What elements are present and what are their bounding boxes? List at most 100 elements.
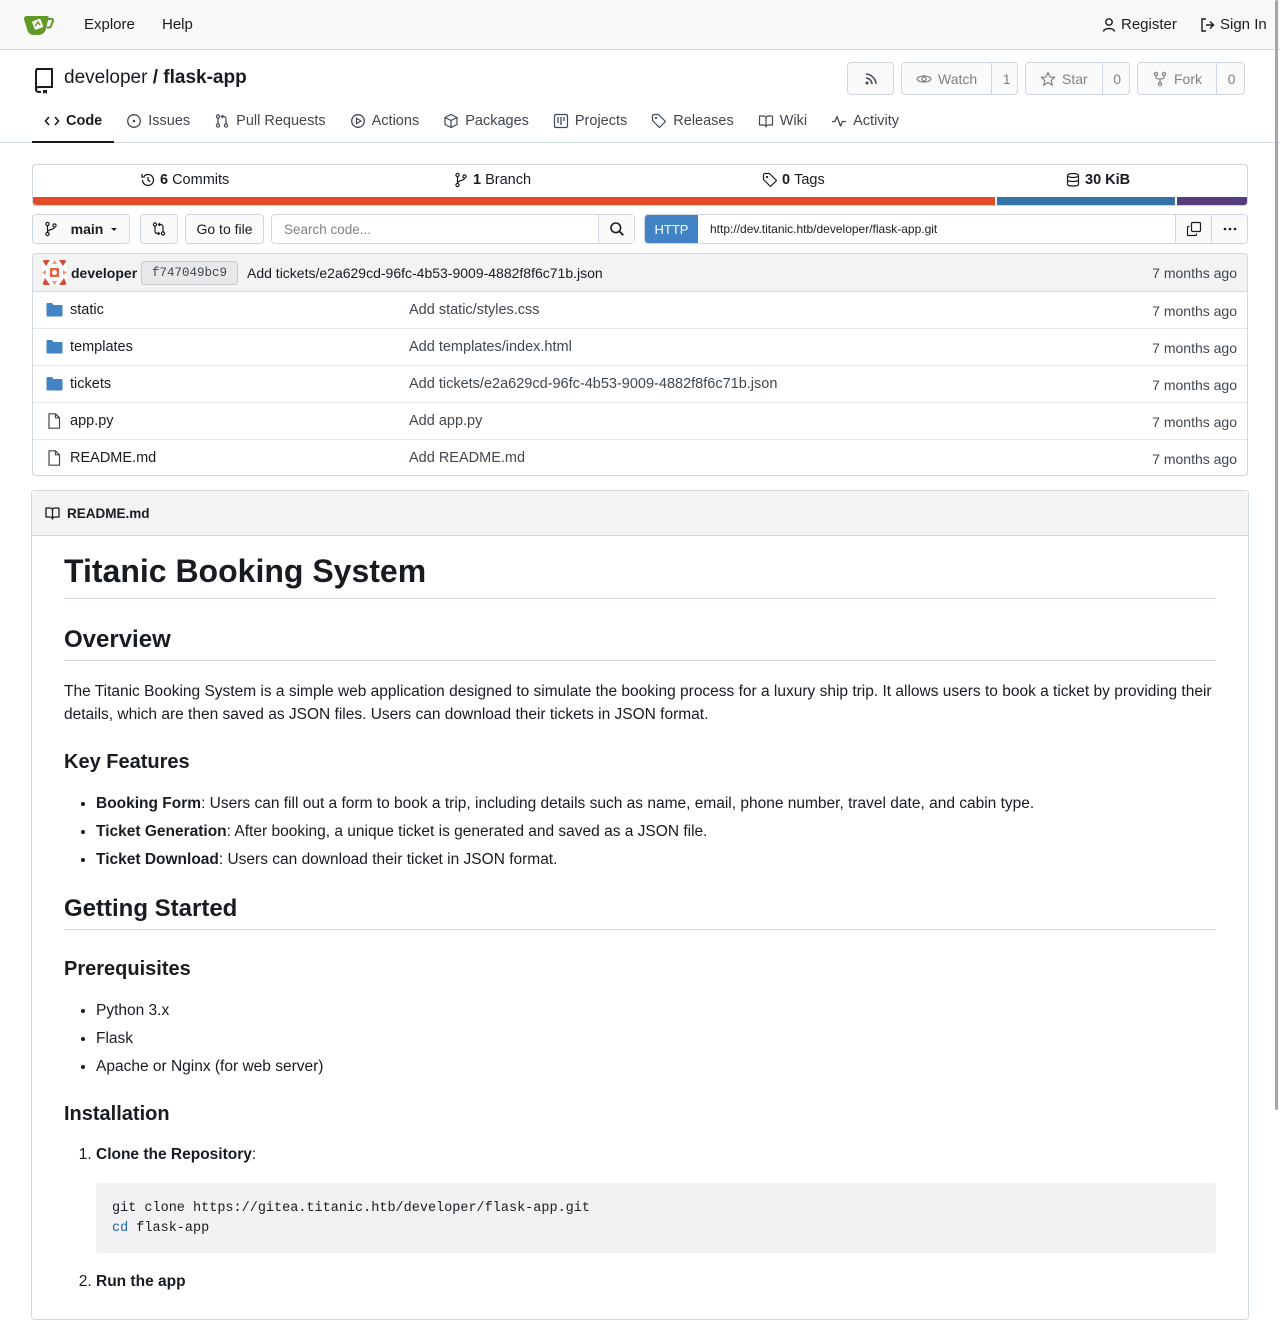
file-commit-message-link[interactable]: Add static/styles.css [409, 302, 540, 318]
branch-selector[interactable]: main [32, 214, 130, 244]
list-item: Ticket Download: Users can download thei… [96, 849, 1034, 877]
file-commit-age: 7 months ago [1152, 303, 1237, 319]
repo-owner-link[interactable]: developer [64, 67, 147, 88]
folder-icon [46, 303, 63, 317]
book-icon [758, 115, 773, 128]
file-name-link[interactable]: templates [70, 339, 133, 355]
fork-icon [1153, 71, 1167, 86]
commits-link[interactable]: 6 Commits [140, 172, 229, 188]
fork-count[interactable]: 0 [1216, 63, 1246, 94]
readme-filename-link[interactable]: README.md [67, 506, 150, 521]
feature-text: : Users can fill out a form to book a tr… [201, 795, 1035, 812]
search-icon [609, 222, 624, 236]
rss-button[interactable] [847, 62, 894, 95]
tag-icon [652, 113, 667, 129]
language-segment-css[interactable] [1177, 197, 1247, 205]
kebab-horizontal-icon [1223, 227, 1236, 231]
branches-link[interactable]: 1 Branch [453, 172, 531, 188]
rss-icon [865, 72, 877, 84]
star-count[interactable]: 0 [1101, 63, 1132, 94]
nav-explore-link[interactable]: Explore [84, 16, 135, 33]
watch-button[interactable]: Watch 1 [901, 62, 1018, 95]
search-input[interactable] [272, 215, 598, 243]
features-heading: Key Features [64, 751, 190, 773]
file-name-link[interactable]: tickets [70, 376, 111, 392]
page-scrollbar[interactable] [1275, 0, 1278, 1110]
list-item: Apache or Nginx (for web server) [96, 1056, 323, 1084]
search-button[interactable] [598, 215, 634, 243]
register-link[interactable]: Register [1101, 16, 1177, 33]
commits-count: 6 [160, 172, 169, 188]
tab-actions[interactable]: Actions [338, 100, 432, 142]
prerequisites-heading: Prerequisites [64, 958, 191, 980]
copy-icon [1186, 221, 1201, 237]
star-button[interactable]: Star 0 [1025, 62, 1130, 95]
file-commit-message-link[interactable]: Add tickets/e2a629cd-96fc-4b53-9009-4882… [409, 376, 777, 392]
file-commit-age: 7 months ago [1152, 451, 1237, 467]
file-name-link[interactable]: static [70, 302, 104, 318]
watch-label: Watch [938, 70, 978, 87]
tab-label: Code [66, 113, 103, 129]
tab-activity[interactable]: Activity [819, 100, 911, 142]
compare-button[interactable] [140, 214, 178, 244]
go-to-file-button[interactable]: Go to file [185, 214, 264, 244]
file-commit-message-link[interactable]: Add README.md [409, 450, 525, 466]
fork-label: Fork [1174, 70, 1202, 87]
table-row: static Add static/styles.css 7 months ag… [33, 292, 1247, 329]
star-icon [1040, 71, 1056, 86]
clone-url-field[interactable]: http://dev.titanic.htb/developer/flask-a… [698, 215, 1175, 243]
avatar[interactable] [42, 260, 67, 285]
fork-button[interactable]: Fork 0 [1137, 62, 1245, 95]
tab-issues[interactable]: Issues [114, 100, 202, 142]
repo-tabs: Code Issues Pull Requests Actions Packag… [32, 100, 911, 143]
size-value: 30 KiB [1085, 172, 1131, 188]
repo-name-link[interactable]: flask-app [163, 67, 246, 88]
tab-wiki[interactable]: Wiki [746, 100, 819, 142]
tab-code[interactable]: Code [32, 100, 115, 143]
commit-author-link[interactable]: developer [71, 265, 137, 281]
clone-protocol-button[interactable]: HTTP [645, 215, 698, 243]
list-item: Python 3.x [96, 1000, 323, 1028]
branch-icon [44, 221, 57, 237]
gitea-logo-icon[interactable] [22, 11, 54, 39]
file-commit-message-link[interactable]: Add app.py [409, 413, 482, 429]
file-name-link[interactable]: app.py [70, 413, 114, 429]
folder-icon [46, 377, 63, 391]
tags-link[interactable]: 0 Tags [762, 172, 825, 188]
tab-projects[interactable]: Projects [541, 100, 639, 142]
copy-url-button[interactable] [1175, 215, 1211, 243]
repo-stats-bar: 6 Commits 1 Branch 0 Tags 30 KiB [32, 164, 1248, 206]
feature-text: : Users can download their ticket in JSO… [218, 851, 558, 868]
tab-label: Wiki [779, 113, 808, 129]
eye-icon [916, 74, 932, 83]
getting-started-heading: Getting Started [64, 895, 1216, 930]
commit-message-link[interactable]: Add tickets/e2a629cd-96fc-4b53-9009-4882… [247, 265, 603, 281]
step-suffix: : [251, 1146, 257, 1163]
installation-steps: Clone the Repository: [64, 1144, 256, 1172]
code-text: flask-app [128, 1221, 210, 1236]
overview-heading: Overview [64, 626, 1216, 661]
features-list: Booking Form: Users can fill out a form … [64, 793, 1034, 877]
tab-packages[interactable]: Packages [431, 100, 541, 142]
table-row: tickets Add tickets/e2a629cd-96fc-4b53-9… [33, 366, 1247, 403]
code-block[interactable]: git clone https://gitea.titanic.htb/deve… [96, 1183, 1216, 1253]
language-segment-html[interactable] [33, 197, 995, 205]
branch-count: 1 [473, 172, 482, 188]
overview-paragraph: The Titanic Booking System is a simple w… [64, 683, 1212, 723]
commit-sha-badge[interactable]: f747049bc9 [141, 261, 239, 285]
tab-pull-requests[interactable]: Pull Requests [202, 100, 337, 142]
register-label: Register [1121, 16, 1177, 33]
watch-count[interactable]: 1 [991, 63, 1021, 94]
tab-label: Releases [673, 113, 734, 129]
language-bar[interactable] [33, 197, 1247, 205]
tab-releases[interactable]: Releases [639, 100, 745, 142]
code-keyword: cd [112, 1221, 129, 1236]
nav-help-link[interactable]: Help [162, 16, 193, 33]
file-commit-message-link[interactable]: Add templates/index.html [409, 339, 572, 355]
sign-in-link[interactable]: Sign In [1200, 16, 1267, 33]
repo-icon [34, 68, 53, 94]
language-segment-python[interactable] [997, 197, 1175, 205]
more-options-button[interactable] [1211, 215, 1247, 243]
tab-label: Pull Requests [236, 113, 326, 129]
file-name-link[interactable]: README.md [70, 450, 156, 466]
